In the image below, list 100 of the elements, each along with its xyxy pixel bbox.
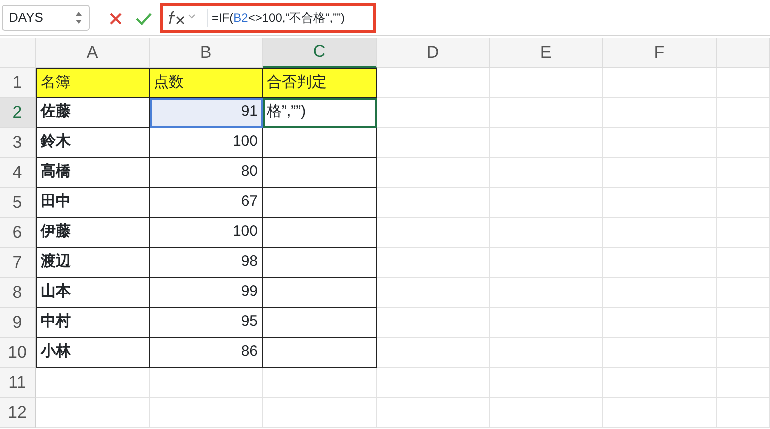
empty-cell[interactable]: [717, 128, 770, 158]
empty-cell[interactable]: [377, 98, 490, 128]
empty-cell[interactable]: [717, 218, 770, 248]
row-header[interactable]: 4: [0, 158, 36, 188]
table-cell[interactable]: [263, 278, 377, 308]
empty-cell[interactable]: [603, 338, 717, 368]
table-cell[interactable]: 点数: [150, 68, 263, 98]
row-header[interactable]: 7: [0, 248, 36, 278]
row-header[interactable]: 2: [0, 98, 36, 128]
row-header[interactable]: 5: [0, 188, 36, 218]
table-cell[interactable]: [263, 308, 377, 338]
empty-cell[interactable]: [603, 308, 717, 338]
table-cell[interactable]: 名簿: [36, 68, 150, 98]
empty-cell[interactable]: [377, 368, 490, 398]
row-header[interactable]: 10: [0, 338, 36, 368]
table-cell[interactable]: 鈴木: [36, 128, 150, 158]
column-header[interactable]: F: [603, 38, 717, 68]
column-header[interactable]: A: [36, 38, 150, 68]
empty-cell[interactable]: [377, 248, 490, 278]
empty-cell[interactable]: [490, 188, 603, 218]
empty-cell[interactable]: [490, 398, 603, 428]
empty-cell[interactable]: [603, 188, 717, 218]
empty-cell[interactable]: [717, 248, 770, 278]
row-header[interactable]: 11: [0, 368, 36, 398]
table-cell[interactable]: 99: [150, 278, 263, 308]
table-cell[interactable]: 小林: [36, 338, 150, 368]
empty-cell[interactable]: [603, 218, 717, 248]
select-all-corner[interactable]: [0, 38, 36, 68]
column-header[interactable]: [717, 38, 770, 68]
row-header[interactable]: 3: [0, 128, 36, 158]
empty-cell[interactable]: [490, 248, 603, 278]
empty-cell[interactable]: [150, 398, 263, 428]
table-cell[interactable]: 合否判定: [263, 68, 377, 98]
empty-cell[interactable]: [603, 128, 717, 158]
empty-cell[interactable]: [490, 218, 603, 248]
empty-cell[interactable]: [717, 158, 770, 188]
empty-cell[interactable]: [490, 68, 603, 98]
row-header[interactable]: 8: [0, 278, 36, 308]
empty-cell[interactable]: [603, 278, 717, 308]
empty-cell[interactable]: [377, 338, 490, 368]
empty-cell[interactable]: [603, 98, 717, 128]
empty-cell[interactable]: [490, 158, 603, 188]
table-cell[interactable]: 渡辺: [36, 248, 150, 278]
empty-cell[interactable]: [717, 278, 770, 308]
empty-cell[interactable]: [717, 368, 770, 398]
empty-cell[interactable]: [717, 68, 770, 98]
empty-cell[interactable]: [377, 398, 490, 428]
row-header[interactable]: 12: [0, 398, 36, 428]
table-cell[interactable]: [263, 338, 377, 368]
table-cell[interactable]: 中村: [36, 308, 150, 338]
empty-cell[interactable]: [490, 338, 603, 368]
empty-cell[interactable]: [490, 368, 603, 398]
table-cell[interactable]: [263, 128, 377, 158]
table-cell[interactable]: 100: [150, 218, 263, 248]
empty-cell[interactable]: [603, 368, 717, 398]
table-cell[interactable]: 田中: [36, 188, 150, 218]
empty-cell[interactable]: [377, 158, 490, 188]
empty-cell[interactable]: [490, 308, 603, 338]
empty-cell[interactable]: [377, 128, 490, 158]
empty-cell[interactable]: [377, 308, 490, 338]
table-cell[interactable]: 高橋: [36, 158, 150, 188]
empty-cell[interactable]: [603, 248, 717, 278]
table-cell[interactable]: [263, 188, 377, 218]
empty-cell[interactable]: [490, 98, 603, 128]
empty-cell[interactable]: [263, 368, 377, 398]
name-box[interactable]: DAYS: [2, 4, 90, 30]
row-header[interactable]: 1: [0, 68, 36, 98]
row-header[interactable]: 9: [0, 308, 36, 338]
empty-cell[interactable]: [377, 188, 490, 218]
row-header[interactable]: 6: [0, 218, 36, 248]
table-cell[interactable]: 100: [150, 128, 263, 158]
empty-cell[interactable]: [150, 368, 263, 398]
empty-cell[interactable]: [603, 68, 717, 98]
empty-cell[interactable]: [717, 98, 770, 128]
empty-cell[interactable]: [717, 188, 770, 218]
column-header[interactable]: E: [490, 38, 603, 68]
table-cell[interactable]: [263, 218, 377, 248]
column-header[interactable]: C: [263, 38, 377, 68]
table-cell[interactable]: 伊藤: [36, 218, 150, 248]
empty-cell[interactable]: [603, 398, 717, 428]
table-cell[interactable]: 山本: [36, 278, 150, 308]
stepper-icon[interactable]: [75, 10, 83, 26]
table-cell[interactable]: [263, 248, 377, 278]
column-header[interactable]: B: [150, 38, 263, 68]
empty-cell[interactable]: [263, 398, 377, 428]
table-cell[interactable]: 67: [150, 188, 263, 218]
empty-cell[interactable]: [717, 338, 770, 368]
empty-cell[interactable]: [717, 308, 770, 338]
table-cell[interactable]: 80: [150, 158, 263, 188]
empty-cell[interactable]: [717, 398, 770, 428]
empty-cell[interactable]: [490, 278, 603, 308]
table-cell[interactable]: 98: [150, 248, 263, 278]
table-cell[interactable]: 91: [150, 98, 263, 128]
empty-cell[interactable]: [490, 128, 603, 158]
empty-cell[interactable]: [603, 158, 717, 188]
table-cell[interactable]: 86: [150, 338, 263, 368]
column-header[interactable]: D: [377, 38, 490, 68]
empty-cell[interactable]: [377, 278, 490, 308]
table-cell[interactable]: 格”,””): [263, 98, 377, 128]
empty-cell[interactable]: [377, 218, 490, 248]
